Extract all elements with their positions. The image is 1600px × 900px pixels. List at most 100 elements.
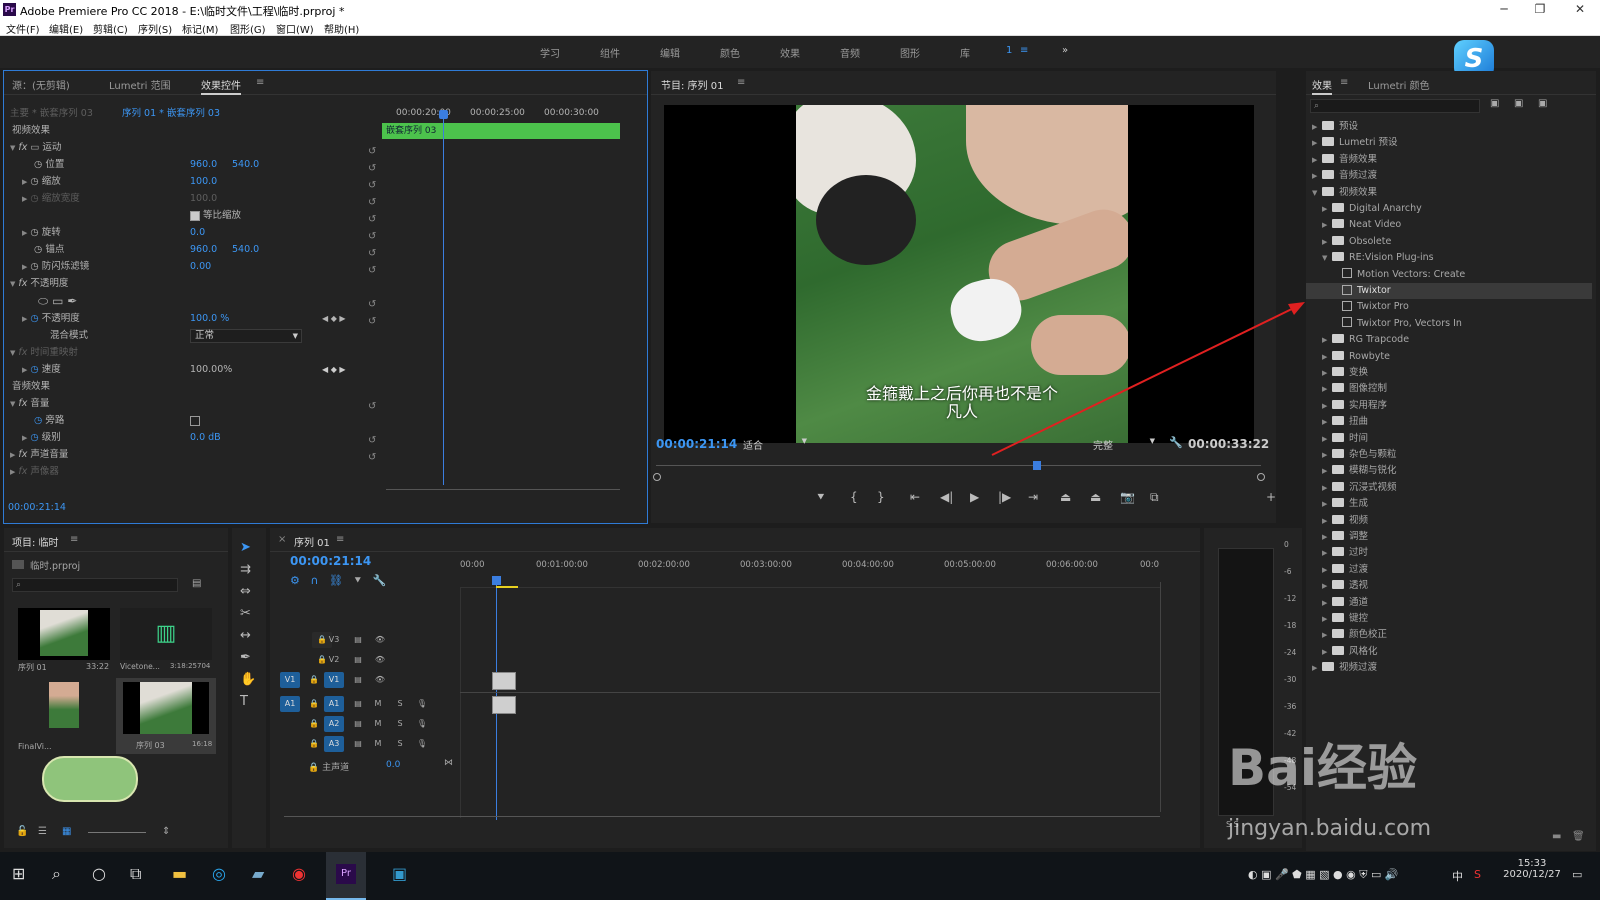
search-icon[interactable]: ⌕ (52, 864, 61, 884)
a3-sync-icon[interactable]: ▤ (348, 736, 368, 752)
effects-tree-item[interactable]: ▶ 预设 (1312, 119, 1592, 135)
tab-project[interactable]: 项目: 临时 (12, 534, 59, 550)
chevron-icon[interactable]: ▶ (1322, 578, 1332, 594)
project-search-input[interactable]: ⌕ (12, 578, 178, 592)
a2-solo[interactable]: S (390, 716, 410, 732)
a1-solo[interactable]: S (390, 696, 410, 712)
chevron-icon[interactable]: ▶ (1322, 201, 1332, 217)
effects-tree-item[interactable]: ▶ 模糊与锐化 (1322, 463, 1592, 479)
delete-icon[interactable]: 🗑 (1572, 831, 1585, 842)
linked-selection-icon[interactable]: ⛓ (329, 574, 343, 587)
effects-tree-item[interactable]: ▶ 实用程序 (1322, 398, 1592, 414)
nest-icon[interactable]: ⚙ (290, 574, 300, 587)
effects-tree-item[interactable]: Twixtor (1306, 283, 1592, 299)
chevron-icon[interactable]: ▶ (1322, 644, 1332, 660)
effects-tree-item[interactable]: ▶ 时间 (1322, 431, 1592, 447)
effects-tree-item[interactable]: ▶ 音频效果 (1312, 152, 1592, 168)
zoom-slider[interactable] (88, 832, 146, 833)
a1-mic-icon[interactable]: 🎙 (412, 696, 432, 712)
a1-lock-icon[interactable]: 🔒 (304, 696, 324, 712)
effects-tree-item[interactable]: ▶ 图像控制 (1322, 381, 1592, 397)
a2-sync-icon[interactable]: ▤ (348, 716, 368, 732)
accelerated-filter-icon[interactable]: ▣ (1490, 98, 1499, 109)
a3-solo[interactable]: S (390, 736, 410, 752)
a3-label[interactable]: A3 (324, 736, 344, 752)
timeline-menu-icon[interactable]: ≡ (336, 534, 344, 545)
chevron-icon[interactable]: ▶ (1322, 529, 1332, 545)
project-item-seq03[interactable]: 序列 03 16:18 (116, 678, 216, 754)
effects-tree-item[interactable]: ▶ Rowbyte (1322, 349, 1592, 365)
a1-label[interactable]: A1 (324, 696, 344, 712)
chevron-icon[interactable]: ▶ (1322, 463, 1332, 479)
notification-icon[interactable]: ▭ (1572, 868, 1582, 881)
file-explorer-icon[interactable]: ▬ (172, 864, 187, 883)
effects-search-input[interactable]: ⌕ (1310, 99, 1480, 113)
timeline-playhead-handle[interactable] (492, 576, 501, 585)
new-bin-icon[interactable]: ▬ (1552, 831, 1561, 842)
timeline-timecode[interactable]: 00:00:21:14 (290, 554, 371, 568)
effects-tree-item[interactable]: ▶ 视频过渡 (1312, 660, 1592, 676)
tray-icons[interactable]: ◐ ▣ 🎤 ⬟ ▦ ▧ ● ◉ ⛨ ▭ 🔊 (1248, 868, 1399, 882)
v1-eye-icon[interactable]: 👁 (370, 672, 390, 688)
a3-mic-icon[interactable]: 🎙 (412, 736, 432, 752)
a3-mute[interactable]: M (368, 736, 388, 752)
a2-label[interactable]: A2 (324, 716, 344, 732)
snap-icon[interactable]: ∩ (310, 574, 318, 587)
effects-tree-item[interactable]: ▶ RG Trapcode (1322, 332, 1592, 348)
icon-view-icon[interactable]: ▦ (62, 826, 71, 837)
project-item-video[interactable] (18, 680, 110, 732)
track-select-tool-icon[interactable]: ⇉ (240, 562, 251, 577)
chevron-icon[interactable]: ▶ (1322, 545, 1332, 561)
chevron-icon[interactable]: ▶ (1322, 414, 1332, 430)
v3-eye-icon[interactable]: 👁 (370, 632, 390, 648)
timeline-close-icon[interactable]: × (278, 534, 286, 545)
effects-tree-item[interactable]: Twixtor Pro, Vectors In (1332, 316, 1592, 332)
chevron-icon[interactable]: ▶ (1322, 349, 1332, 365)
a2-mic-icon[interactable]: 🎙 (412, 716, 432, 732)
master-end-icon[interactable]: ⋈ (444, 758, 453, 768)
start-icon[interactable]: ⊞ (12, 864, 25, 883)
project-menu-icon[interactable]: ≡ (70, 534, 78, 545)
timeline-hscroll[interactable] (284, 816, 1160, 817)
v3-label[interactable]: V3 (324, 632, 344, 648)
effects-tree-item[interactable]: ▶ 音频过渡 (1312, 168, 1592, 184)
master-value[interactable]: 0.0 (386, 760, 400, 770)
32bit-filter-icon[interactable]: ▣ (1514, 98, 1523, 109)
tab-lumetri-color[interactable]: Lumetri 颜色 (1368, 77, 1430, 92)
chevron-icon[interactable]: ▶ (1312, 135, 1322, 151)
razor-tool-icon[interactable]: ✂ (240, 606, 251, 621)
cortana-icon[interactable]: ○ (92, 864, 106, 883)
premiere-taskbar-icon[interactable]: Pr (326, 852, 366, 900)
timeline-ruler[interactable]: 00:00 00:01:00:00 00:02:00:00 00:03:00:0… (460, 552, 1160, 588)
add-marker-icon[interactable]: ⯆ (353, 574, 362, 587)
effects-tree-item[interactable]: ▶ Obsolete (1322, 234, 1592, 250)
list-view-icon[interactable]: ☰ (38, 826, 47, 837)
effects-tree-item[interactable]: ▶ 过时 (1322, 545, 1592, 561)
v2-sync-icon[interactable]: ▤ (348, 652, 368, 668)
lock-icon[interactable]: 🔓 (16, 826, 28, 837)
timeline-vscroll[interactable] (1160, 582, 1161, 812)
sort-icon[interactable]: ⇕ (162, 826, 170, 837)
browser-icon[interactable]: ◎ (212, 864, 226, 883)
v2-label[interactable]: V2 (324, 652, 344, 668)
v1-sync-icon[interactable]: ▤ (348, 672, 368, 688)
v1-label[interactable]: V1 (324, 672, 344, 688)
ime-indicator[interactable]: 中 (1452, 868, 1463, 884)
task-view-icon[interactable]: ⧉ (130, 864, 141, 884)
chevron-icon[interactable]: ▶ (1312, 152, 1322, 168)
v3-sync-icon[interactable]: ▤ (348, 632, 368, 648)
clock[interactable]: 15:33 2020/12/27 (1502, 858, 1562, 880)
effects-tree-item[interactable]: ▶ 沉浸式视频 (1322, 480, 1592, 496)
effects-tree-item[interactable]: ▶ 通道 (1322, 595, 1592, 611)
effects-tree-item[interactable]: ▶ 键控 (1322, 611, 1592, 627)
chevron-icon[interactable]: ▶ (1322, 562, 1332, 578)
source-a1-patch[interactable]: A1 (280, 696, 300, 712)
effects-tree-item[interactable]: ▼ RE:Vision Plug-ins (1322, 250, 1592, 266)
chevron-icon[interactable]: ▼ (1322, 250, 1332, 266)
app-icon[interactable]: ▰ (252, 864, 264, 883)
effects-tree-item[interactable]: ▶ 生成 (1322, 496, 1592, 512)
music-app-icon[interactable]: ◉ (292, 864, 306, 883)
chevron-icon[interactable]: ▶ (1322, 447, 1332, 463)
effects-tree-item[interactable]: ▶ Lumetri 预设 (1312, 135, 1592, 151)
chevron-icon[interactable]: ▶ (1322, 332, 1332, 348)
